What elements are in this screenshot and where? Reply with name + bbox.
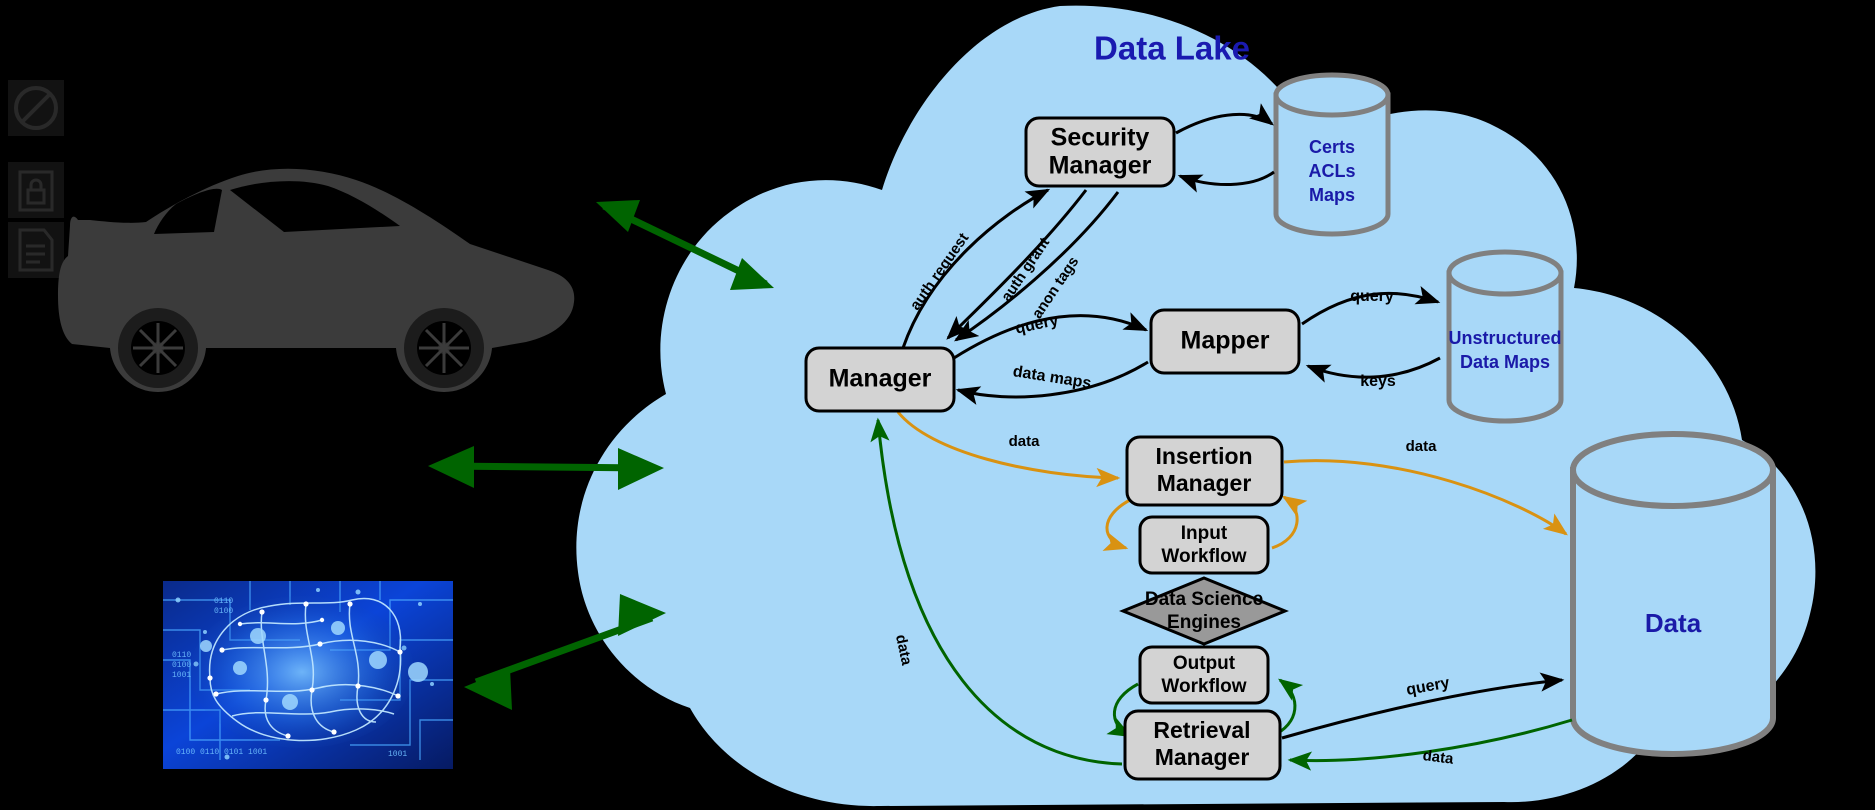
no-entry-icon (8, 80, 64, 136)
diagram-canvas: Data Lake Certs ACLs Maps Unstructured D… (0, 0, 1875, 810)
data-lake-diagram: Data Lake Certs ACLs Maps Unstructured D… (8, 5, 1816, 807)
data-science-engines-line-1: Data Science (1145, 589, 1263, 610)
unstructured-line-2: Data Maps (1460, 352, 1550, 372)
security-manager-line-1: Security (1051, 124, 1150, 152)
retrieval-manager-node[interactable]: Retrieval Manager (1123, 709, 1282, 781)
unstructured-line-1: Unstructured (1448, 328, 1561, 348)
mapper-node[interactable]: Mapper (1149, 308, 1301, 375)
unstructured-data-maps-store: Unstructured Data Maps (1446, 249, 1564, 424)
data-store-label: Data (1645, 608, 1702, 638)
edge-label-data-insertion: data (1009, 433, 1041, 450)
svg-text:1001: 1001 (172, 671, 191, 680)
input-workflow-line-1: Input (1181, 523, 1228, 544)
insertion-manager-node[interactable]: Insertion Manager (1125, 435, 1284, 507)
certs-acls-maps-store: Certs ACLs Maps (1273, 72, 1391, 237)
ai-brain-image: 01100100 10010100 0110 0101 1001 1001011… (163, 581, 453, 769)
security-manager-node[interactable]: Security Manager (1024, 116, 1176, 188)
retrieval-manager-line-2: Manager (1155, 744, 1250, 770)
edge-label-keys: keys (1360, 373, 1396, 390)
insertion-manager-line-2: Manager (1157, 470, 1252, 496)
edge-label-query-unstructured: query (1350, 288, 1394, 305)
svg-text:0100: 0100 (214, 607, 233, 616)
svg-text:0100 0110 0101 1001: 0100 0110 0101 1001 (176, 748, 267, 757)
mapper-label: Mapper (1181, 327, 1270, 355)
svg-text:0110: 0110 (214, 597, 233, 606)
svg-text:0100: 0100 (172, 661, 191, 670)
manager-node[interactable]: Manager (804, 346, 956, 413)
output-workflow-node[interactable]: Output Workflow (1138, 645, 1270, 705)
svg-text:1001: 1001 (388, 750, 407, 759)
data-science-engines-line-2: Engines (1167, 612, 1241, 633)
output-workflow-line-1: Output (1173, 653, 1236, 674)
document-lines-icon (8, 222, 64, 278)
certs-line-1: Certs (1309, 137, 1355, 157)
input-workflow-line-2: Workflow (1161, 546, 1246, 567)
edge-label-data-store: data (1406, 438, 1438, 455)
svg-text:0110: 0110 (172, 651, 191, 660)
insertion-manager-line-1: Insertion (1155, 443, 1252, 469)
certs-line-2: ACLs (1308, 161, 1355, 181)
retrieval-manager-line-1: Retrieval (1153, 717, 1250, 743)
locked-document-icon (8, 162, 64, 218)
security-manager-line-2: Manager (1049, 152, 1152, 180)
output-workflow-line-2: Workflow (1161, 676, 1246, 697)
input-workflow-node[interactable]: Input Workflow (1138, 515, 1270, 575)
car-silhouette (58, 168, 575, 392)
certs-line-3: Maps (1309, 185, 1355, 205)
data-store: Data (1570, 431, 1776, 757)
cloud-title: Data Lake (1094, 30, 1250, 67)
manager-label: Manager (829, 365, 932, 393)
